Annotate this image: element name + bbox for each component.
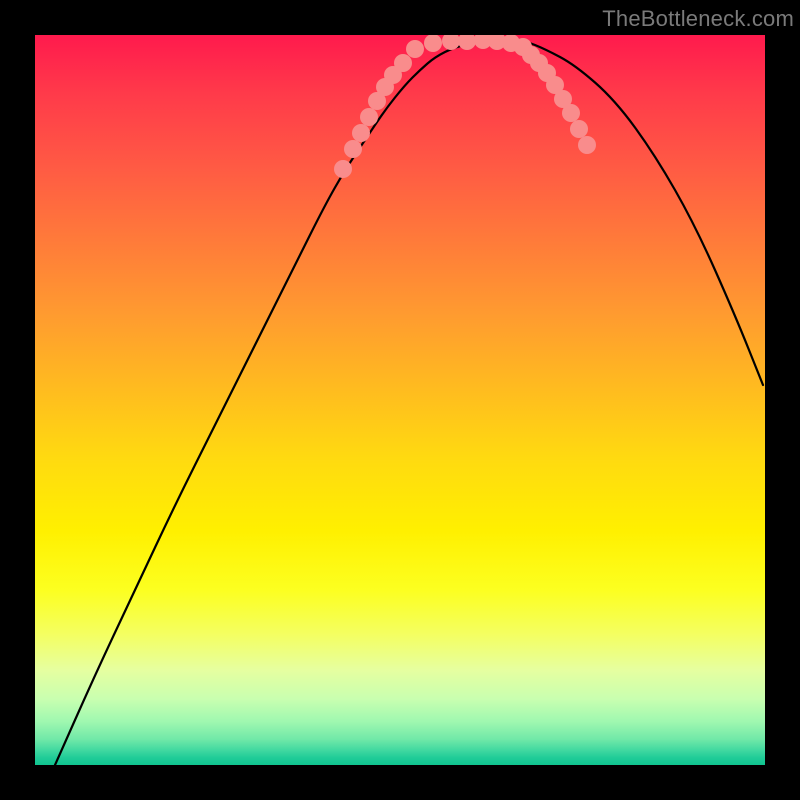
highlight-dot <box>344 140 362 158</box>
highlight-dot <box>570 120 588 138</box>
bottleneck-curve <box>55 40 763 766</box>
highlight-dot <box>334 160 352 178</box>
highlight-dot <box>360 108 378 126</box>
watermark-text: TheBottleneck.com <box>602 6 794 32</box>
chart-frame: TheBottleneck.com <box>0 0 800 800</box>
plot-area <box>35 35 765 765</box>
highlight-dot <box>394 54 412 72</box>
highlight-dot <box>424 35 442 52</box>
curve-line <box>55 40 763 766</box>
chart-svg <box>35 35 765 765</box>
highlight-dot <box>578 136 596 154</box>
highlight-dot <box>562 104 580 122</box>
highlight-dot <box>458 35 476 50</box>
highlight-dot <box>352 124 370 142</box>
highlight-dot <box>406 40 424 58</box>
